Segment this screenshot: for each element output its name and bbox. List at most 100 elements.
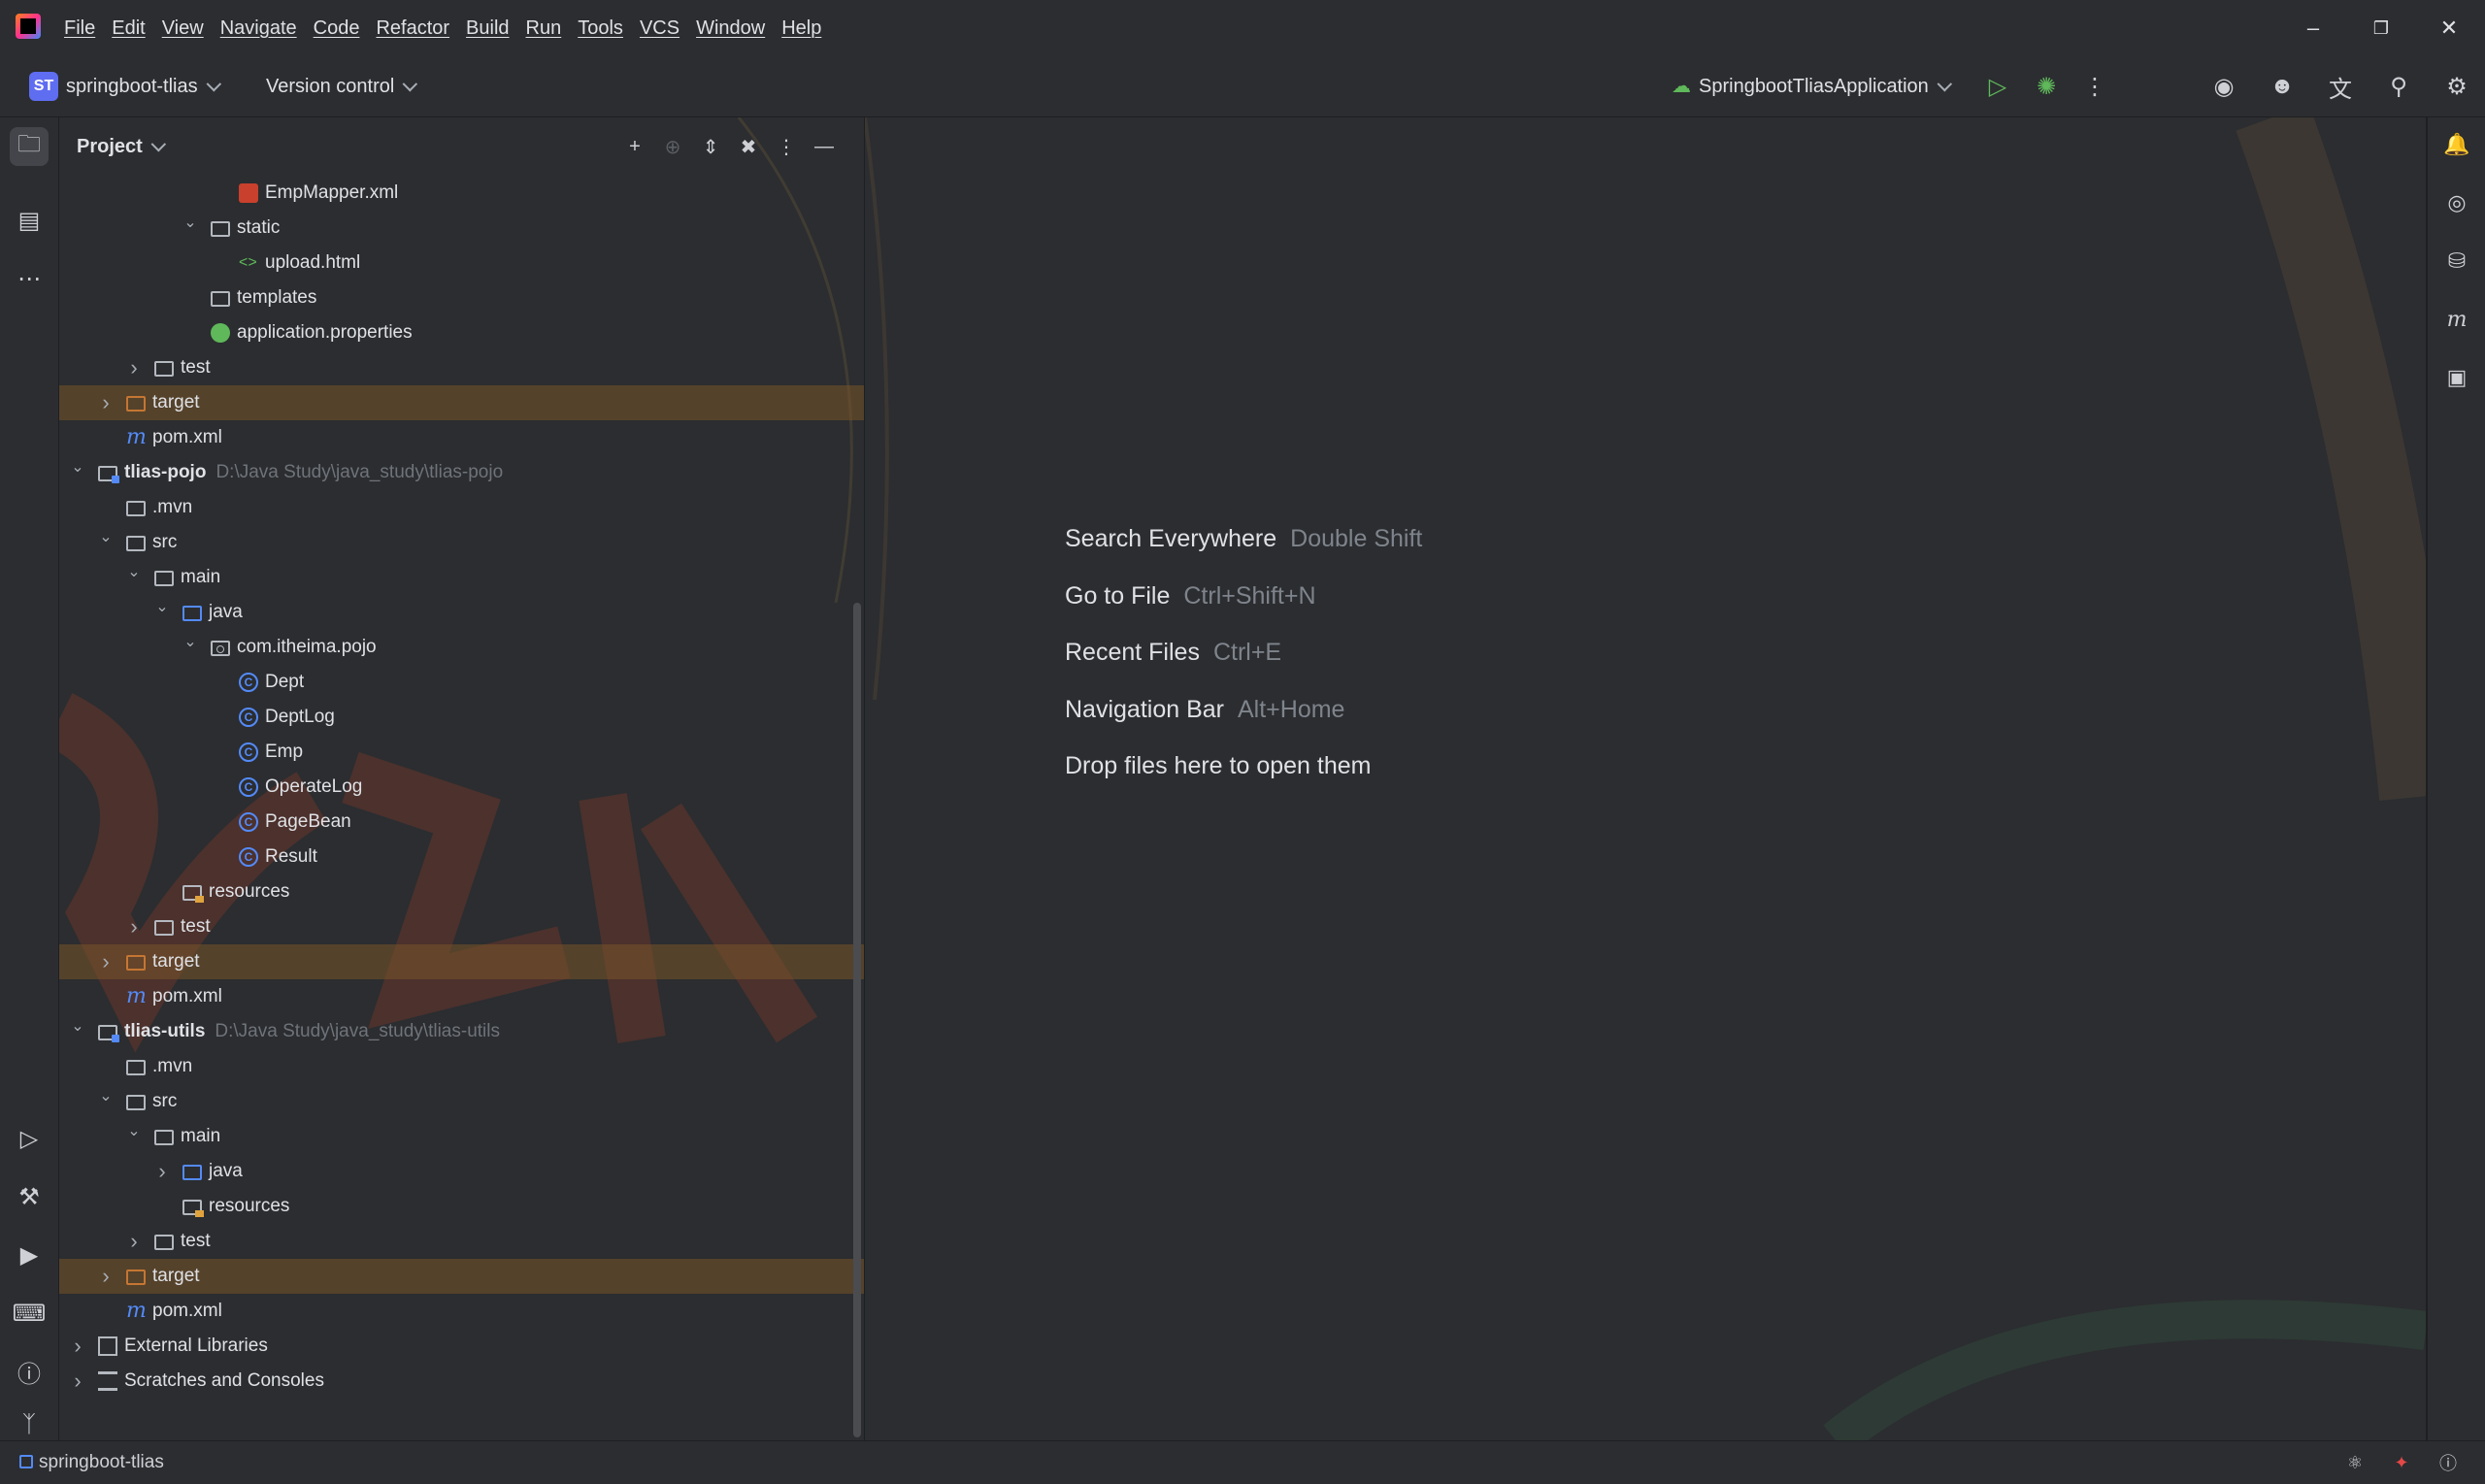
tree-item[interactable]: › test bbox=[59, 350, 864, 385]
tree-item[interactable]: EmpMapper.xml bbox=[59, 176, 864, 211]
tree-item[interactable]: › test bbox=[59, 909, 864, 944]
restore-icon[interactable]: ❐ bbox=[2367, 14, 2396, 43]
menu-edit[interactable]: Edit bbox=[112, 17, 145, 40]
tree-item[interactable]: › External Libraries bbox=[59, 1329, 864, 1364]
version-control-selector[interactable]: Version control bbox=[266, 56, 418, 116]
tree-item[interactable]: <> upload.html bbox=[59, 246, 864, 280]
options-icon[interactable]: ⋮ bbox=[772, 132, 801, 161]
maven-icon[interactable]: m bbox=[2439, 302, 2474, 337]
bug-icon[interactable]: ⚛ bbox=[2341, 1449, 2369, 1476]
menu-vcs[interactable]: VCS bbox=[640, 17, 679, 40]
minimize-icon[interactable]: – bbox=[2299, 14, 2328, 43]
chevron-down-icon[interactable]: ⌄ bbox=[68, 1014, 87, 1039]
tree-item[interactable]: ⌄ java bbox=[59, 595, 864, 630]
tree-item[interactable]: application.properties bbox=[59, 315, 864, 350]
tree-item[interactable]: ⌄ tlias-utils D:\Java Study\java_study\tli… bbox=[59, 1014, 864, 1049]
translate-doc-icon[interactable]: ▣ bbox=[2439, 360, 2474, 395]
menu-navigate[interactable]: Navigate bbox=[220, 17, 297, 40]
menu-code[interactable]: Code bbox=[314, 17, 360, 40]
terminal-icon[interactable]: ⌨ bbox=[10, 1294, 49, 1333]
tree-item[interactable]: resources bbox=[59, 874, 864, 909]
tree-item[interactable]: m pom.xml bbox=[59, 1294, 864, 1329]
tree-item[interactable]: C Dept bbox=[59, 665, 864, 700]
tree-item[interactable]: C Emp bbox=[59, 735, 864, 770]
project-badge[interactable]: ST bbox=[29, 72, 58, 101]
ai-assistant-icon[interactable]: ◉ bbox=[2209, 72, 2238, 101]
build-icon[interactable]: ⚒ bbox=[10, 1177, 49, 1216]
chevron-down-icon[interactable]: ⌄ bbox=[124, 560, 144, 585]
new-file-icon[interactable]: + bbox=[620, 132, 649, 161]
expand-all-icon[interactable]: ⇕ bbox=[696, 132, 725, 161]
tree-item[interactable]: .mvn bbox=[59, 490, 864, 525]
menu-window[interactable]: Window bbox=[696, 17, 765, 40]
status-project-name[interactable]: springboot-tlias bbox=[19, 1441, 164, 1484]
tree-item[interactable]: › target bbox=[59, 1259, 864, 1294]
tree-item[interactable]: C Result bbox=[59, 840, 864, 874]
debug-icon[interactable]: ✺ bbox=[2032, 72, 2061, 101]
tree-item[interactable]: ⌄ tlias-pojo D:\Java Study\java_study\tlia… bbox=[59, 455, 864, 490]
run-icon[interactable]: ▷ bbox=[10, 1119, 49, 1158]
chevron-down-icon[interactable]: ⌄ bbox=[124, 1119, 144, 1144]
chevron-down-icon[interactable]: ⌄ bbox=[96, 1084, 116, 1109]
project-selector[interactable]: springboot-tlias bbox=[66, 56, 221, 116]
menu-run[interactable]: Run bbox=[526, 17, 562, 40]
tree-scrollbar[interactable] bbox=[853, 603, 861, 1437]
tree-item[interactable]: ⌄ src bbox=[59, 525, 864, 560]
plugin-icon[interactable]: ✦ bbox=[2388, 1449, 2415, 1476]
more-actions-icon[interactable]: ⋮ bbox=[2080, 72, 2109, 101]
services-icon[interactable]: ▶ bbox=[10, 1236, 49, 1274]
tree-item[interactable]: resources bbox=[59, 1189, 864, 1224]
run-icon[interactable]: ▷ bbox=[1983, 72, 2012, 101]
git-icon[interactable]: ᛉ bbox=[10, 1410, 49, 1439]
more-icon[interactable]: ⋯ bbox=[10, 259, 49, 298]
chevron-down-icon[interactable]: ⌄ bbox=[96, 525, 116, 550]
menu-view[interactable]: View bbox=[162, 17, 204, 40]
tree-item[interactable]: m pom.xml bbox=[59, 420, 864, 455]
run-config-selector[interactable]: ☁ SpringbootTliasApplication bbox=[1672, 56, 1952, 116]
chevron-right-icon[interactable]: › bbox=[96, 385, 116, 420]
chevron-down-icon[interactable]: ⌄ bbox=[181, 630, 200, 655]
locate-icon[interactable]: ⊕ bbox=[658, 132, 687, 161]
tree-item[interactable]: C DeptLog bbox=[59, 700, 864, 735]
chevron-right-icon[interactable]: › bbox=[152, 1154, 172, 1189]
chevron-down-icon[interactable]: ⌄ bbox=[181, 211, 200, 236]
menu-build[interactable]: Build bbox=[466, 17, 509, 40]
editor-area[interactable]: Search Everywhere Double Shift Go to File C… bbox=[865, 117, 2426, 1440]
tree-item[interactable]: m pom.xml bbox=[59, 979, 864, 1014]
problems-icon[interactable]: ⓘ bbox=[2435, 1449, 2462, 1476]
tree-item[interactable]: ⌄ static bbox=[59, 211, 864, 246]
tree-item[interactable]: ⌄ com.itheima.pojo bbox=[59, 630, 864, 665]
search-icon[interactable]: ⚲ bbox=[2384, 72, 2413, 101]
menu-refactor[interactable]: Refactor bbox=[376, 17, 449, 40]
tree-item[interactable]: templates bbox=[59, 280, 864, 315]
menu-tools[interactable]: Tools bbox=[578, 17, 623, 40]
problems-icon[interactable]: ⓘ bbox=[10, 1352, 49, 1391]
tree-item[interactable]: C OperateLog bbox=[59, 770, 864, 805]
tree-item[interactable]: › target bbox=[59, 944, 864, 979]
chevron-right-icon[interactable]: › bbox=[96, 944, 116, 979]
close-icon[interactable]: ✕ bbox=[2435, 14, 2464, 43]
tree-item[interactable]: › java bbox=[59, 1154, 864, 1189]
chevron-right-icon[interactable]: › bbox=[124, 1224, 144, 1259]
chevron-right-icon[interactable]: › bbox=[68, 1329, 87, 1364]
add-user-icon[interactable]: ☻ bbox=[2268, 72, 2297, 101]
tree-item[interactable]: .mvn bbox=[59, 1049, 864, 1084]
notifications-icon[interactable]: 🔔 bbox=[2439, 127, 2474, 162]
settings-icon[interactable]: ⚙ bbox=[2442, 72, 2471, 101]
chevron-down-icon[interactable]: ⌄ bbox=[68, 455, 87, 480]
tree-item[interactable]: › test bbox=[59, 1224, 864, 1259]
chevron-right-icon[interactable]: › bbox=[96, 1259, 116, 1294]
ai-assistant-icon[interactable]: ◎ bbox=[2439, 185, 2474, 220]
menu-file[interactable]: File bbox=[64, 17, 95, 40]
database-icon[interactable]: ⛁ bbox=[2439, 244, 2474, 279]
chevron-right-icon[interactable]: › bbox=[124, 909, 144, 944]
tree-item[interactable]: › Scratches and Consoles bbox=[59, 1364, 864, 1399]
tree-item[interactable]: ⌄ src bbox=[59, 1084, 864, 1119]
structure-icon[interactable]: ▤ bbox=[10, 201, 49, 240]
hide-panel-icon[interactable]: — bbox=[810, 132, 839, 161]
folder-icon[interactable]: 🗀 bbox=[10, 127, 49, 166]
chevron-right-icon[interactable]: › bbox=[124, 350, 144, 385]
tree-item[interactable]: C PageBean bbox=[59, 805, 864, 840]
tree-item[interactable]: ⌄ main bbox=[59, 1119, 864, 1154]
translate-icon[interactable]: 文 bbox=[2326, 72, 2355, 103]
